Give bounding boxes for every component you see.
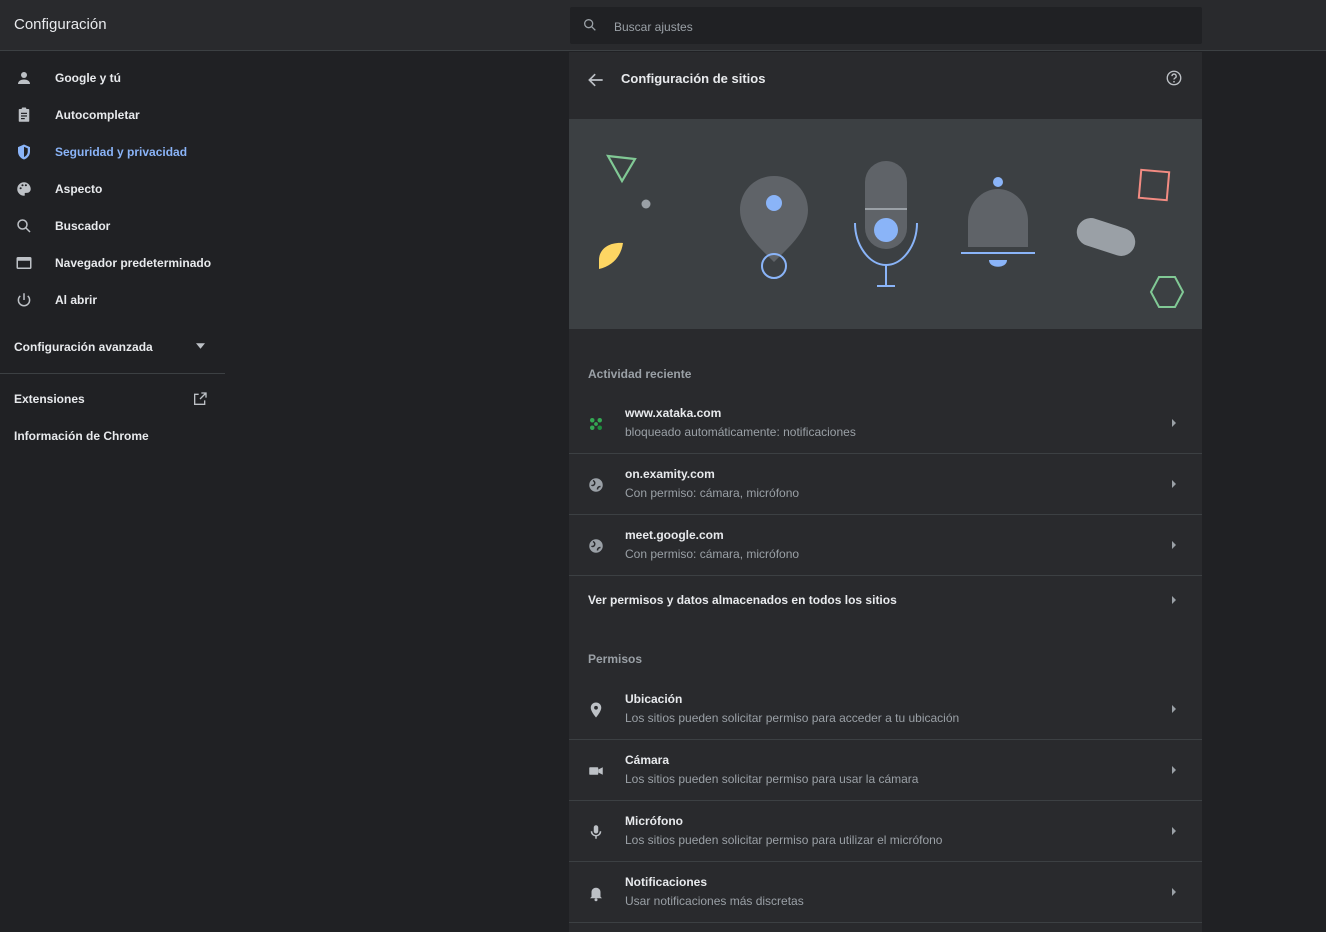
- page-title: Configuración de sitios: [621, 71, 766, 86]
- site-name: meet.google.com: [625, 528, 724, 542]
- permission-row-camera[interactable]: Cámara Los sitios pueden solicitar permi…: [569, 741, 1202, 801]
- location-pin-icon: [590, 702, 602, 718]
- permission-detail: Usar notificaciones más discretas: [625, 894, 804, 908]
- extensions-label: Extensiones: [14, 392, 85, 406]
- search-box[interactable]: [570, 7, 1202, 46]
- globe-icon: [589, 478, 603, 492]
- person-icon: [18, 72, 30, 84]
- permission-title: Micrófono: [625, 814, 683, 828]
- search-icon: [584, 18, 596, 31]
- sidebar-item-label: Autocompletar: [55, 107, 140, 122]
- sidebar-item-appearance[interactable]: Aspecto: [0, 170, 225, 207]
- site-name: on.examity.com: [625, 467, 715, 481]
- sidebar-item-label: Buscador: [55, 218, 111, 233]
- chevron-right-icon: [1172, 766, 1176, 774]
- permission-title: Notificaciones: [625, 875, 708, 889]
- chevron-right-icon: [1172, 596, 1176, 604]
- permission-detail: Los sitios pueden solicitar permiso para…: [625, 711, 960, 725]
- recent-site-row[interactable]: meet.google.com Con permiso: cámara, mic…: [569, 516, 1202, 576]
- site-settings-panel: Configuración de sitios Actividad recien…: [569, 52, 1202, 932]
- sidebar-item-label: Al abrir: [55, 292, 98, 307]
- bell-icon: [590, 887, 602, 902]
- shield-icon: [18, 144, 30, 160]
- chevron-right-icon: [1172, 419, 1176, 427]
- sidebar-item-label: Seguridad y privacidad: [55, 144, 188, 159]
- globe-icon: [589, 539, 603, 553]
- microphone-icon: [590, 825, 602, 839]
- sidebar-item-label: Navegador predeterminado: [55, 255, 212, 270]
- sidebar-item-google[interactable]: Google y tú: [0, 59, 225, 96]
- top-bar: Configuración: [0, 0, 1326, 51]
- chevron-right-icon: [1172, 541, 1176, 549]
- sidebar-item-search-engine[interactable]: Buscador: [0, 207, 225, 244]
- site-detail: Con permiso: cámara, micrófono: [625, 486, 800, 500]
- extensions-link[interactable]: Extensiones: [14, 392, 85, 406]
- about-chrome-link[interactable]: Información de Chrome: [14, 429, 149, 443]
- chevron-right-icon: [1172, 888, 1176, 896]
- recent-site-row[interactable]: on.examity.com Con permiso: cámara, micr…: [569, 455, 1202, 515]
- search-input[interactable]: [612, 7, 1176, 46]
- sidebar-item-default-browser[interactable]: Navegador predeterminado: [0, 244, 225, 281]
- browser-icon: [16, 257, 32, 269]
- sidebar-divider: [0, 373, 225, 374]
- site-favicon-icon: [590, 418, 602, 430]
- chevron-right-icon: [1172, 827, 1176, 835]
- sidebar-item-label: Google y tú: [55, 70, 121, 85]
- permission-detail: Los sitios pueden solicitar permiso para…: [625, 772, 919, 786]
- sidebar-advanced-toggle[interactable]: Configuración avanzada: [0, 328, 225, 365]
- site-detail: Con permiso: cámara, micrófono: [625, 547, 800, 561]
- permission-title: Ubicación: [625, 692, 683, 706]
- chevron-right-icon: [1172, 480, 1176, 488]
- permission-row-location[interactable]: Ubicación Los sitios pueden solicitar pe…: [569, 680, 1202, 740]
- site-detail: bloqueado automáticamente: notificacione…: [625, 425, 856, 439]
- camera-icon: [589, 767, 603, 775]
- recent-site-row[interactable]: www.xataka.com bloqueado automáticamente…: [569, 394, 1202, 454]
- app-title: Configuración: [14, 16, 107, 33]
- permission-title: Cámara: [625, 753, 670, 767]
- sidebar-item-on-startup[interactable]: Al abrir: [0, 281, 225, 318]
- all-sites-row[interactable]: Ver permisos y datos almacenados en todo…: [569, 577, 1202, 627]
- back-arrow-icon[interactable]: [586, 70, 606, 90]
- chevron-right-icon: [1172, 705, 1176, 713]
- advanced-label: Configuración avanzada: [14, 339, 153, 354]
- power-icon: [17, 293, 31, 307]
- help-icon[interactable]: [1165, 69, 1183, 87]
- panel-header: Configuración de sitios: [569, 52, 1202, 119]
- caret-down-icon: [196, 343, 205, 349]
- sidebar-item-autofill[interactable]: Autocompletar: [0, 96, 225, 133]
- all-sites-label: Ver permisos y datos almacenados en todo…: [588, 593, 897, 607]
- about-label: Información de Chrome: [14, 429, 149, 443]
- permission-row-notifications[interactable]: Notificaciones Usar notificaciones más d…: [569, 863, 1202, 923]
- permission-detail: Los sitios pueden solicitar permiso para…: [625, 833, 943, 847]
- sidebar-item-security[interactable]: Seguridad y privacidad: [0, 133, 225, 170]
- search-icon: [17, 219, 31, 233]
- recent-activity-heading: Actividad reciente: [588, 367, 692, 381]
- open-in-new-icon[interactable]: [192, 391, 208, 407]
- clipboard-icon: [18, 107, 30, 122]
- palette-icon: [17, 182, 31, 196]
- permission-row-microphone[interactable]: Micrófono Los sitios pueden solicitar pe…: [569, 802, 1202, 862]
- site-settings-illustration: [569, 119, 1202, 329]
- permissions-heading: Permisos: [588, 652, 643, 666]
- sidebar-item-label: Aspecto: [55, 181, 103, 196]
- site-name: www.xataka.com: [625, 406, 722, 420]
